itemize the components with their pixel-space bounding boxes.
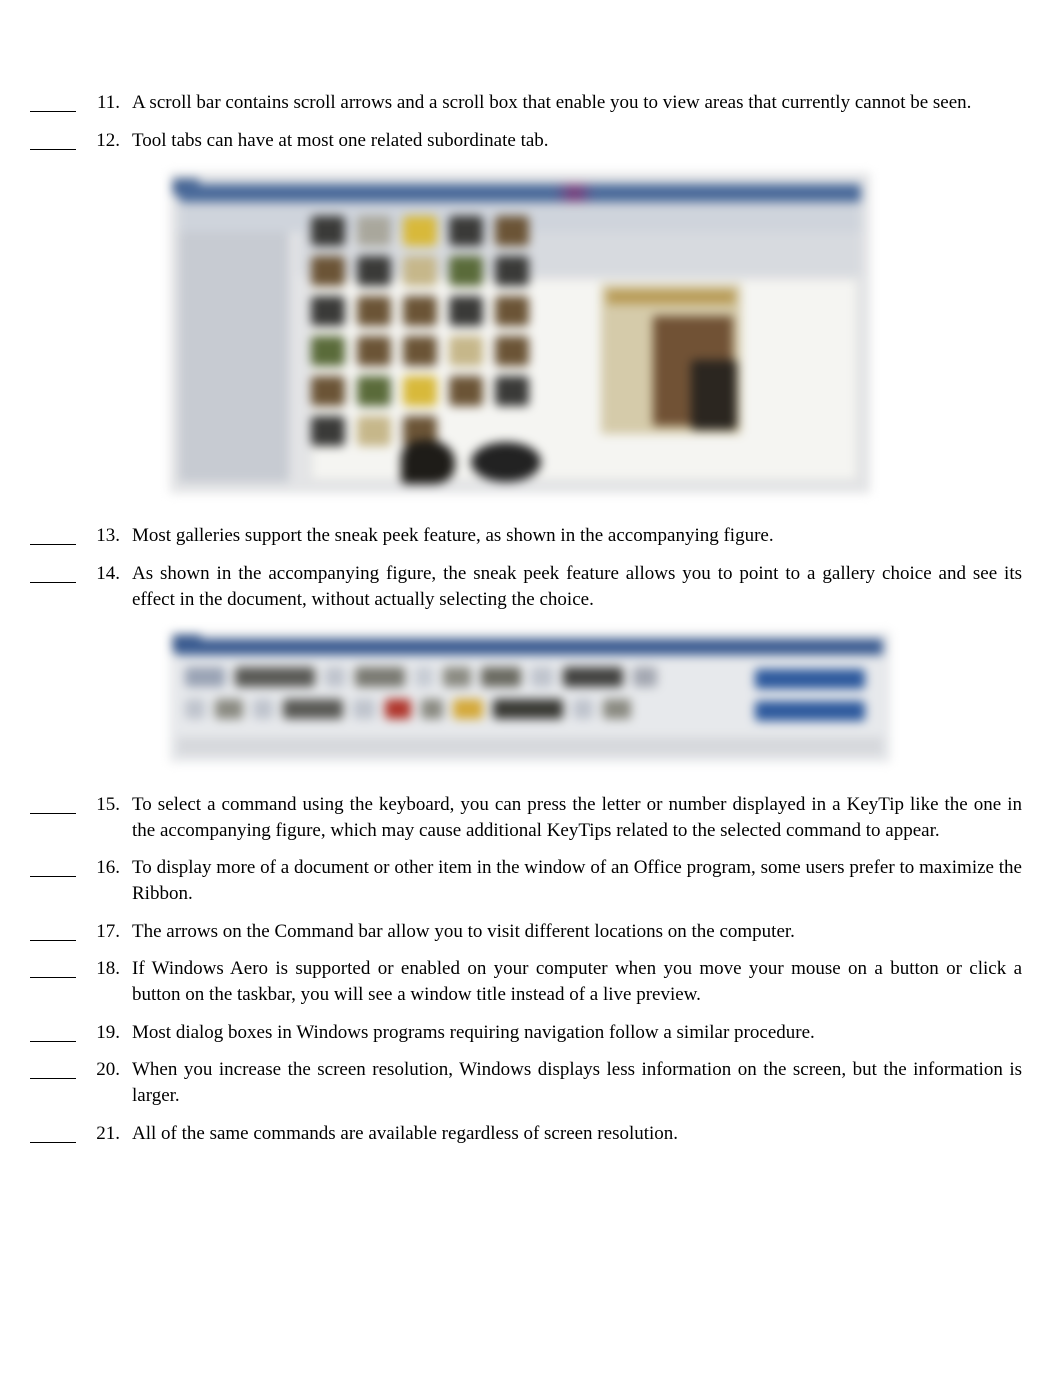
question-item: 18. If Windows Aero is supported or enab… bbox=[30, 956, 1022, 1007]
question-number: 16. bbox=[84, 855, 132, 881]
question-text: All of the same commands are available r… bbox=[132, 1121, 1022, 1147]
question-text: Tool tabs can have at most one related s… bbox=[132, 128, 1022, 154]
figure-gallery-preview bbox=[170, 173, 870, 493]
answer-blank[interactable] bbox=[30, 859, 76, 877]
answer-blank[interactable] bbox=[30, 527, 76, 545]
answer-blank[interactable] bbox=[30, 132, 76, 150]
question-text: Most dialog boxes in Windows programs re… bbox=[132, 1020, 1022, 1046]
figure-image bbox=[170, 173, 870, 493]
question-item: 14. As shown in the accompanying figure,… bbox=[30, 561, 1022, 612]
question-text: As shown in the accompanying figure, the… bbox=[132, 561, 1022, 612]
question-item: 17. The arrows on the Command bar allow … bbox=[30, 919, 1022, 945]
question-text: Most galleries support the sneak peek fe… bbox=[132, 523, 1022, 549]
question-item: 16. To display more of a document or oth… bbox=[30, 855, 1022, 906]
question-item: 12. Tool tabs can have at most one relat… bbox=[30, 128, 1022, 154]
answer-blank[interactable] bbox=[30, 1024, 76, 1042]
question-item: 11. A scroll bar contains scroll arrows … bbox=[30, 90, 1022, 116]
answer-blank[interactable] bbox=[30, 94, 76, 112]
question-item: 20. When you increase the screen resolut… bbox=[30, 1057, 1022, 1108]
question-number: 20. bbox=[84, 1057, 132, 1083]
question-number: 15. bbox=[84, 792, 132, 818]
question-number: 13. bbox=[84, 523, 132, 549]
question-number: 12. bbox=[84, 128, 132, 154]
figure-image bbox=[170, 632, 890, 762]
question-number: 19. bbox=[84, 1020, 132, 1046]
question-number: 18. bbox=[84, 956, 132, 982]
question-text: To select a command using the keyboard, … bbox=[132, 792, 1022, 843]
question-item: 19. Most dialog boxes in Windows program… bbox=[30, 1020, 1022, 1046]
answer-blank[interactable] bbox=[30, 565, 76, 583]
question-text: The arrows on the Command bar allow you … bbox=[132, 919, 1022, 945]
question-item: 21. All of the same commands are availab… bbox=[30, 1121, 1022, 1147]
question-item: 13. Most galleries support the sneak pee… bbox=[30, 523, 1022, 549]
answer-blank[interactable] bbox=[30, 1061, 76, 1079]
question-number: 14. bbox=[84, 561, 132, 587]
question-number: 21. bbox=[84, 1121, 132, 1147]
figure-keytips-ribbon bbox=[170, 632, 890, 762]
question-number: 17. bbox=[84, 919, 132, 945]
question-text: When you increase the screen resolution,… bbox=[132, 1057, 1022, 1108]
answer-blank[interactable] bbox=[30, 960, 76, 978]
question-text: If Windows Aero is supported or enabled … bbox=[132, 956, 1022, 1007]
question-item: 15. To select a command using the keyboa… bbox=[30, 792, 1022, 843]
question-text: To display more of a document or other i… bbox=[132, 855, 1022, 906]
answer-blank[interactable] bbox=[30, 1125, 76, 1143]
answer-blank[interactable] bbox=[30, 923, 76, 941]
answer-blank[interactable] bbox=[30, 796, 76, 814]
question-text: A scroll bar contains scroll arrows and … bbox=[132, 90, 1022, 116]
question-number: 11. bbox=[84, 90, 132, 116]
